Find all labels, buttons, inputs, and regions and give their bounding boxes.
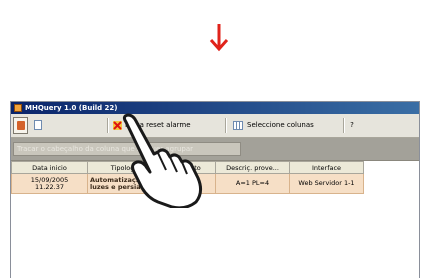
data-grid: Data inicio Tipologia Evento Descriç. pr… [11,161,419,278]
app-icon [14,104,22,112]
window-title: MHQuery 1.0 (Build 22) [25,104,118,112]
cell-interface: Web Servidor 1-1 [289,173,364,194]
toolbar-separator [107,118,109,133]
cell-data-inicio: 15/09/2005 11.22.37 [11,173,88,194]
cell-time: 11.22.37 [35,182,64,191]
column-header-data-inicio[interactable]: Data inicio [11,161,88,174]
toolbar: Força reset alarme Seleccione colunas ? [11,114,419,138]
toolbar-separator [225,118,227,133]
document-icon [34,120,42,130]
pointer-hand-icon [122,113,203,208]
pressed-tool-icon [17,121,25,130]
columns-icon [233,121,243,130]
app-window: MHQuery 1.0 (Build 22) Força reset alarm… [10,101,420,278]
help-button[interactable]: ? [347,117,357,134]
document-button[interactable] [32,117,45,134]
select-columns-label: Seleccione colunas [247,121,314,129]
title-bar: MHQuery 1.0 (Build 22) [11,102,419,114]
column-header-descricao[interactable]: Descriç. prove... [215,161,290,174]
arrow-down-icon [209,24,229,52]
select-columns-button[interactable]: Seleccione colunas [231,117,341,134]
pressed-tool-button[interactable] [13,117,28,134]
column-header-interface[interactable]: Interface [289,161,364,174]
group-by-area[interactable]: Tracar o cabeçalho da coluna que se quer… [11,138,419,161]
cell-descricao: A=1 PL=4 [215,173,290,194]
toolbar-separator [343,118,345,133]
